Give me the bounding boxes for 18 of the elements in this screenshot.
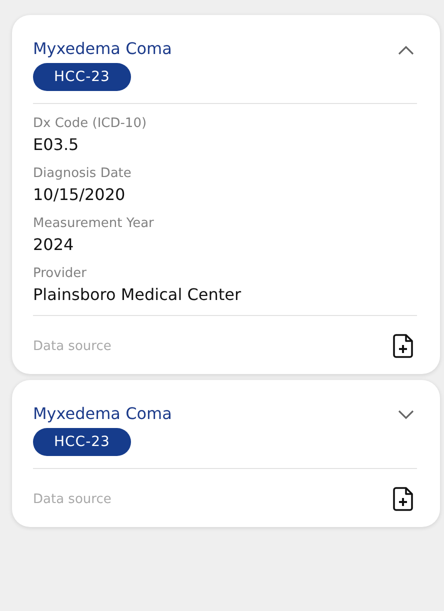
data-source-label: Data source	[33, 492, 112, 506]
field-value: Plainsboro Medical Center	[33, 285, 242, 304]
field-value: E03.5	[33, 135, 80, 154]
add-document-icon[interactable]	[393, 334, 413, 358]
card-title: Myxedema Coma	[33, 39, 172, 58]
chevron-up-icon[interactable]	[398, 45, 414, 55]
data-source-label: Data source	[33, 338, 112, 354]
field-label: Provider	[33, 266, 88, 281]
field-label: Dx Code (ICD-10)	[33, 116, 148, 131]
field-value: 2024	[33, 235, 75, 254]
field-label: Measurement Year	[33, 216, 155, 231]
field-label: Diagnosis Date	[33, 166, 132, 181]
card-title: Myxedema Coma	[33, 404, 172, 423]
chevron-down-icon[interactable]	[398, 410, 414, 420]
add-document-icon[interactable]	[393, 487, 413, 511]
code-badge: HCC-23	[33, 428, 131, 456]
code-badge: HCC-23	[33, 63, 131, 91]
field-value: 10/15/2020	[33, 185, 126, 204]
